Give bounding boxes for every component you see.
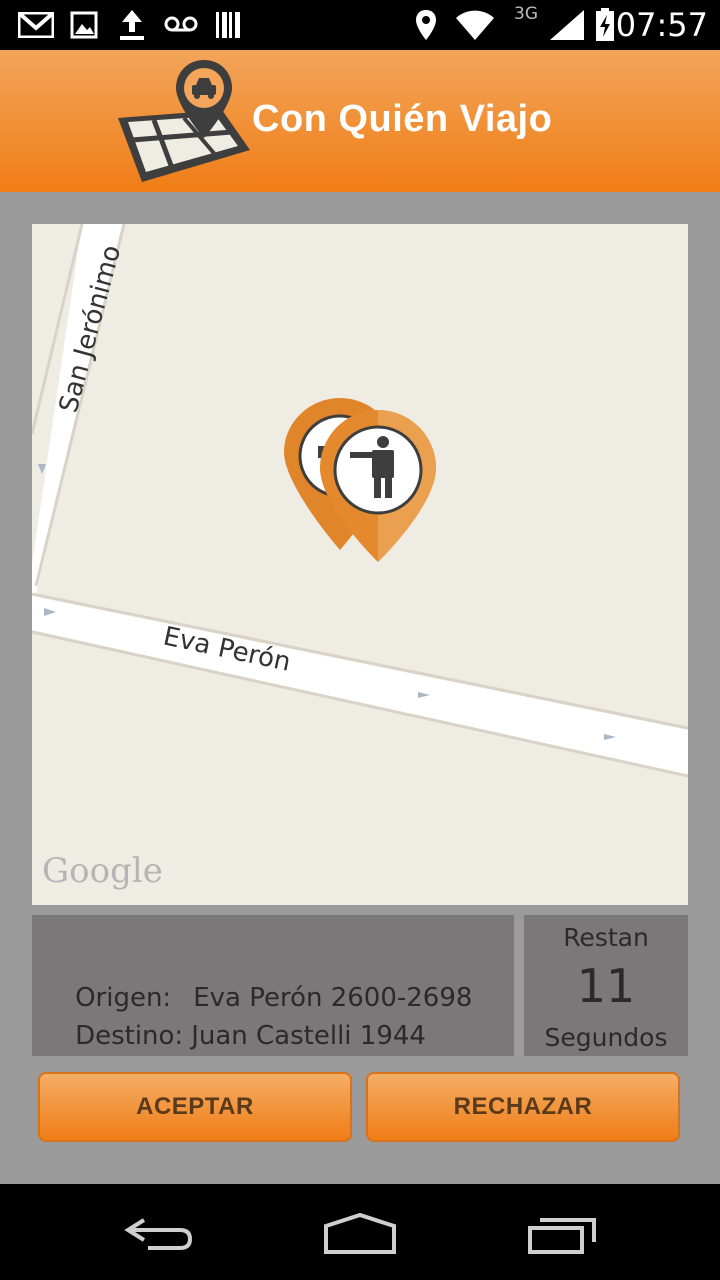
upload-icon: [120, 10, 144, 40]
status-time: 07:57: [615, 6, 708, 44]
countdown-top-label: Restan: [563, 923, 649, 952]
map-view[interactable]: San Jerónimo Eva Perón Google: [32, 224, 688, 905]
battery-charging-icon: [596, 8, 614, 41]
wifi-icon: [456, 10, 494, 40]
destination-row: Destino: Juan Castelli 1944: [42, 991, 426, 1081]
countdown-panel: Restan 11 Segundos: [524, 915, 688, 1056]
gmail-icon: [18, 12, 54, 38]
barcode-icon: [216, 12, 240, 38]
gallery-icon: [70, 11, 98, 39]
status-bar: 3G 07:57: [0, 0, 720, 50]
countdown-bottom-label: Segundos: [544, 1023, 668, 1052]
countdown-value: 11: [576, 959, 636, 1013]
app-logo-icon: [118, 60, 250, 182]
navigation-bar: [0, 1184, 720, 1280]
reject-button[interactable]: RECHAZAR: [366, 1072, 680, 1142]
voicemail-icon: [164, 16, 198, 32]
accept-button[interactable]: ACEPTAR: [38, 1072, 352, 1142]
network-type: 3G: [514, 4, 538, 24]
destination-value: Juan Castelli 1944: [191, 1021, 426, 1051]
home-icon[interactable]: [322, 1212, 398, 1256]
map-canvas[interactable]: San Jerónimo Eva Perón Google: [32, 224, 688, 905]
trip-info-panel: Origen: Eva Perón 2600-2698 Destino: Juan …: [32, 915, 514, 1056]
recent-apps-icon[interactable]: [526, 1214, 600, 1256]
signal-icon: [550, 10, 584, 40]
location-icon: [416, 10, 436, 40]
app-title: Con Quién Viajo: [252, 98, 553, 140]
back-icon[interactable]: [124, 1214, 196, 1254]
street-label-san-jeronimo: San Jerónimo: [54, 242, 127, 416]
destination-label: Destino:: [75, 1021, 184, 1051]
map-attribution: Google: [42, 851, 163, 891]
